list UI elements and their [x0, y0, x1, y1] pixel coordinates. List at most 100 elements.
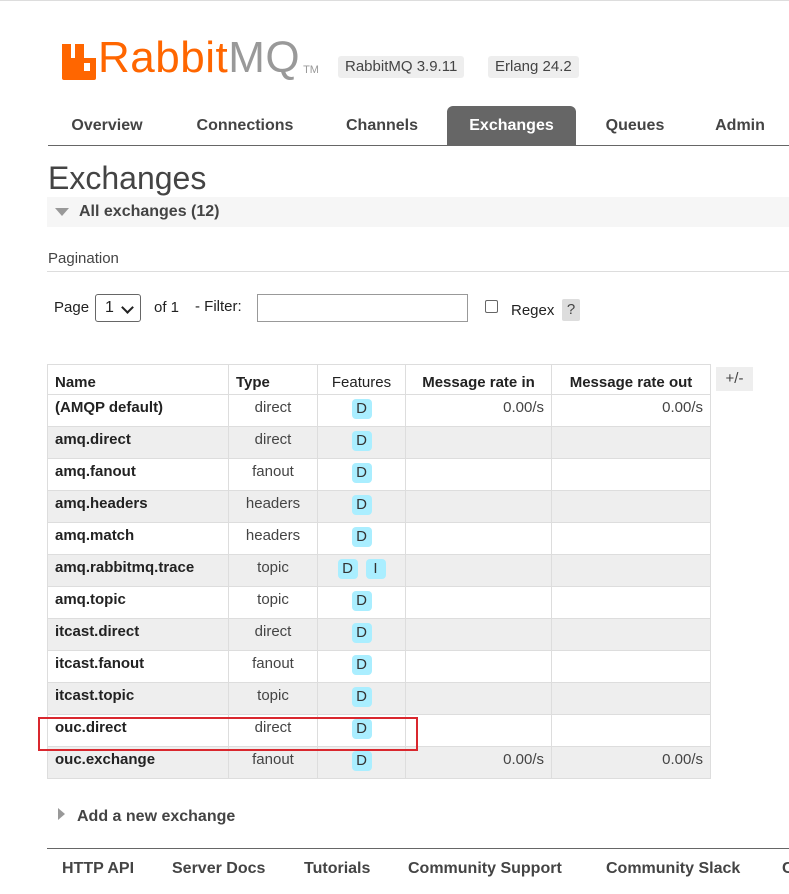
internal-badge: I [365, 559, 386, 579]
durable-badge: D [351, 623, 372, 643]
exchange-name-link[interactable]: (AMQP default) [47, 394, 229, 427]
message-rate-out [551, 426, 711, 459]
message-rate-in [405, 554, 552, 587]
column-toggle-button[interactable]: +/- [716, 367, 753, 391]
exchange-features: D [317, 618, 406, 651]
exchange-name-link[interactable]: amq.headers [47, 490, 229, 523]
exchange-type: headers [228, 522, 318, 555]
durable-badge: D [351, 399, 372, 419]
top-border [0, 0, 789, 1]
message-rate-out [551, 458, 711, 491]
rabbit-logo-icon [62, 44, 96, 80]
exchange-features: D [317, 522, 406, 555]
rabbitmq-logo[interactable]: RabbitMQ TM [62, 30, 319, 80]
durable-badge: D [351, 463, 372, 483]
message-rate-out [551, 554, 711, 587]
exchange-name-link[interactable]: amq.fanout [47, 458, 229, 491]
footer-link-server-docs[interactable]: Server Docs [172, 860, 265, 878]
message-rate-out [551, 586, 711, 619]
message-rate-in [405, 490, 552, 523]
message-rate-in [405, 458, 552, 491]
exchange-name-link[interactable]: ouc.direct [47, 714, 229, 747]
exchange-features: D [317, 426, 406, 459]
col-header-rate-in[interactable]: Message rate in [405, 364, 552, 395]
message-rate-in [405, 618, 552, 651]
trademark-label: TM [303, 64, 319, 76]
message-rate-out: 0.00/s [551, 746, 711, 779]
rabbitmq-version-badge: RabbitMQ 3.9.11 [338, 56, 465, 78]
regex-help-button[interactable]: ? [562, 299, 580, 321]
page-of-label: of 1 [154, 299, 180, 316]
footer-link-tutorials[interactable]: Tutorials [304, 860, 370, 878]
durable-badge: D [351, 687, 372, 707]
page-select-value: 1 [105, 299, 114, 316]
exchange-name-link[interactable]: ouc.exchange [47, 746, 229, 779]
footer-link-community-support[interactable]: Community Support [408, 860, 562, 878]
exchange-features: D [317, 746, 406, 779]
filter-input[interactable] [257, 294, 468, 322]
exchange-type: fanout [228, 746, 318, 779]
tab-channels[interactable]: Channels [328, 106, 436, 145]
tab-exchanges[interactable]: Exchanges [447, 106, 576, 145]
table-row: amq.headers headers D [47, 490, 711, 523]
page-label: Page [54, 299, 90, 316]
message-rate-in [405, 522, 552, 555]
add-exchange-toggle[interactable]: Add a new exchange [58, 808, 235, 826]
exchange-features: DI [317, 554, 406, 587]
expand-triangle-icon [58, 808, 65, 820]
exchange-features: D [317, 586, 406, 619]
durable-badge: D [351, 431, 372, 451]
exchange-type: direct [228, 618, 318, 651]
message-rate-in [405, 426, 552, 459]
all-exchanges-section-toggle[interactable]: All exchanges (12) [47, 197, 789, 227]
exchange-name-link[interactable]: itcast.topic [47, 682, 229, 715]
table-row: itcast.fanout fanout D [47, 650, 711, 683]
message-rate-out [551, 490, 711, 523]
footer-link-truncated[interactable]: C [782, 860, 789, 878]
tab-admin[interactable]: Admin [698, 106, 782, 145]
exchange-name-link[interactable]: itcast.fanout [47, 650, 229, 683]
table-row: (AMQP default) direct D 0.00/s 0.00/s [47, 394, 711, 427]
table-row: amq.topic topic D [47, 586, 711, 619]
col-header-features: Features [317, 364, 406, 395]
exchange-type: fanout [228, 458, 318, 491]
exchange-type: topic [228, 554, 318, 587]
exchange-name-link[interactable]: amq.topic [47, 586, 229, 619]
regex-checkbox[interactable] [485, 300, 498, 313]
col-header-type[interactable]: Type [228, 364, 318, 395]
message-rate-in [405, 650, 552, 683]
table-row: itcast.direct direct D [47, 618, 711, 651]
erlang-version-badge: Erlang 24.2 [488, 56, 579, 78]
exchange-features: D [317, 714, 406, 747]
filter-label: - Filter: [195, 298, 242, 315]
exchange-name-link[interactable]: itcast.direct [47, 618, 229, 651]
footer-link-http-api[interactable]: HTTP API [62, 860, 134, 878]
message-rate-in: 0.00/s [405, 746, 552, 779]
chevron-down-icon [121, 301, 134, 314]
message-rate-in [405, 586, 552, 619]
footer-link-community-slack[interactable]: Community Slack [606, 860, 740, 878]
message-rate-in [405, 714, 552, 747]
collapse-triangle-icon [55, 208, 69, 216]
message-rate-out [551, 714, 711, 747]
tab-connections[interactable]: Connections [178, 106, 312, 145]
exchanges-table: Name Type Features Message rate in Messa… [47, 364, 711, 779]
table-row: ouc.exchange fanout D 0.00/s 0.00/s [47, 746, 711, 779]
exchange-name-link[interactable]: amq.match [47, 522, 229, 555]
page-select[interactable]: 1 [95, 294, 141, 322]
exchange-name-link[interactable]: amq.rabbitmq.trace [47, 554, 229, 587]
table-row: itcast.topic topic D [47, 682, 711, 715]
pagination-heading: Pagination [48, 250, 119, 267]
col-header-rate-out[interactable]: Message rate out [551, 364, 711, 395]
tab-queues[interactable]: Queues [588, 106, 682, 145]
durable-badge: D [351, 591, 372, 611]
exchange-features: D [317, 490, 406, 523]
durable-badge: D [351, 655, 372, 675]
exchange-name-link[interactable]: amq.direct [47, 426, 229, 459]
col-header-name[interactable]: Name [47, 364, 229, 395]
durable-badge: D [351, 719, 372, 739]
message-rate-in [405, 682, 552, 715]
tab-overview[interactable]: Overview [48, 106, 166, 145]
exchange-type: direct [228, 714, 318, 747]
table-row: ouc.direct direct D [47, 714, 711, 747]
